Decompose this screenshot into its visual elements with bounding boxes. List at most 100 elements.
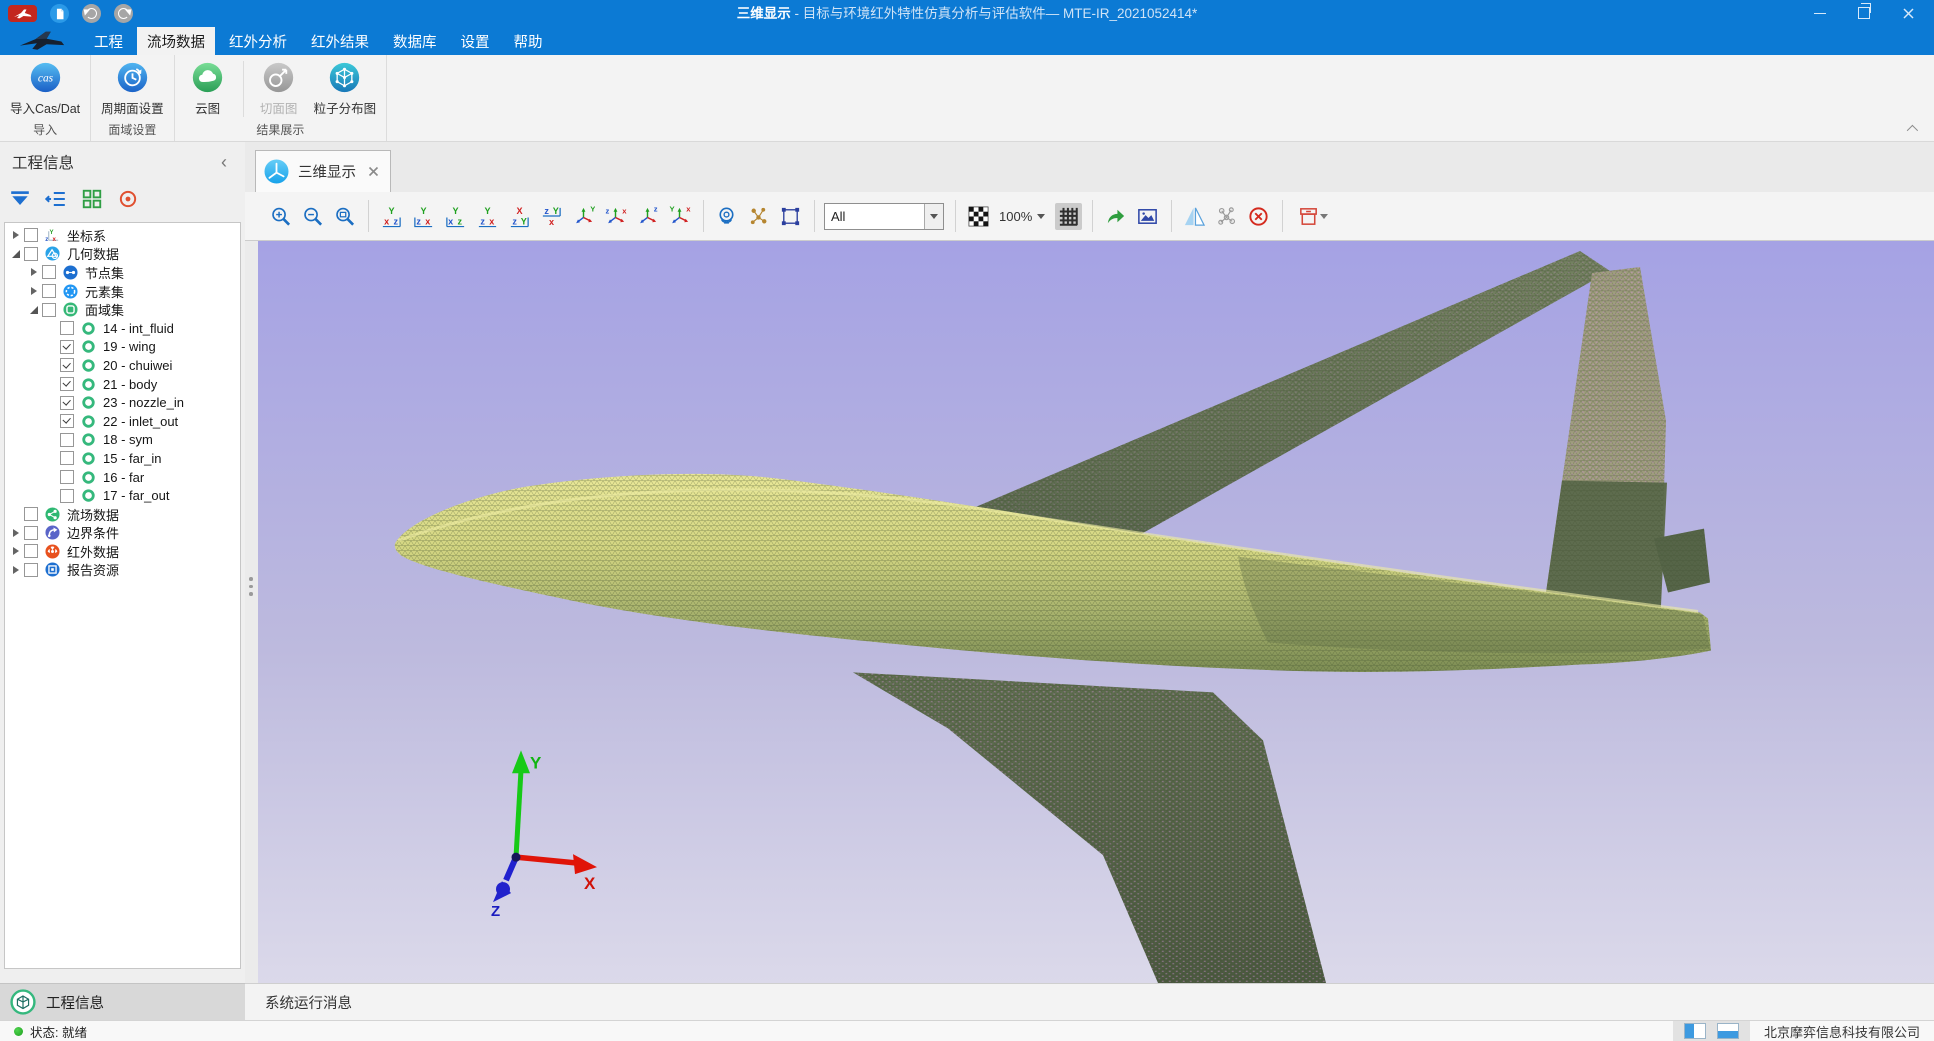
locate-icon[interactable]	[117, 188, 139, 210]
tree-checkbox[interactable]	[24, 563, 38, 577]
tree-checkbox[interactable]	[60, 377, 74, 391]
ribbon-button-period[interactable]: 周期面设置	[101, 57, 164, 117]
toolbar-view-left-button[interactable]: Yxz	[442, 203, 469, 230]
menu-item-5[interactable]: 数据库	[383, 27, 447, 55]
menu-item-1[interactable]: 工程	[84, 27, 133, 55]
toolbar-view-iso-2-button[interactable]: xz	[602, 203, 629, 230]
toolbar-delete-button[interactable]	[1245, 203, 1272, 230]
tree-checkbox[interactable]	[24, 507, 38, 521]
tree-row[interactable]: 红外数据	[5, 542, 240, 561]
toolbar-view-iso-3-button[interactable]: z	[634, 203, 661, 230]
menu-item-6[interactable]: 设置	[451, 27, 500, 55]
tree-row[interactable]: 19 - wing	[5, 338, 240, 357]
toolbar-camera-button[interactable]	[713, 203, 740, 230]
zoom-level-select[interactable]: 100%	[999, 209, 1045, 224]
tree-expander[interactable]	[27, 301, 40, 319]
tree-checkbox[interactable]	[42, 284, 56, 298]
tree-row[interactable]: 几何数据	[5, 245, 240, 264]
tree-checkbox[interactable]	[60, 414, 74, 428]
toolbar-view-iso-1-button[interactable]: Y	[570, 203, 597, 230]
tab-close-icon[interactable]	[368, 166, 379, 177]
tree-checkbox[interactable]	[60, 451, 74, 465]
tree-checkbox[interactable]	[60, 470, 74, 484]
ribbon-button-cloud[interactable]: 云图	[185, 57, 231, 117]
new-document-button[interactable]	[50, 4, 69, 23]
combo-dropdown-button[interactable]	[924, 204, 943, 229]
tree-row[interactable]: 23 - nozzle_in	[5, 393, 240, 412]
toolbar-zoom-window-button[interactable]	[331, 203, 358, 230]
toolbar-view-iso-4-button[interactable]: Yx	[666, 203, 693, 230]
tree-row[interactable]: 面域集	[5, 300, 240, 319]
tree-row[interactable]: 元素集	[5, 282, 240, 301]
app-button[interactable]	[8, 5, 37, 22]
grid-icon[interactable]	[81, 188, 103, 210]
tree-checkbox[interactable]	[24, 526, 38, 540]
menu-item-4[interactable]: 红外结果	[301, 27, 379, 55]
tab-3d-view[interactable]: 三维显示	[255, 150, 391, 192]
tree-row[interactable]: Yzx坐标系	[5, 226, 240, 245]
tree-expander[interactable]	[9, 561, 22, 579]
tree-row[interactable]: 14 - int_fluid	[5, 319, 240, 338]
display-filter-combo[interactable]: All	[824, 203, 944, 230]
toolbar-snapshot-button[interactable]	[1134, 203, 1161, 230]
toolbar-select-box-button[interactable]	[777, 203, 804, 230]
tree-row[interactable]: 16 - far	[5, 468, 240, 487]
tree-row[interactable]: 21 - body	[5, 375, 240, 394]
toolbar-view-top-button[interactable]: XzY	[506, 203, 533, 230]
tree-row[interactable]: 17 - far_out	[5, 486, 240, 505]
viewport-3d[interactable]: Y X Z	[258, 241, 1934, 983]
tree-checkbox[interactable]	[24, 228, 38, 242]
tree-row[interactable]: 报告资源	[5, 561, 240, 580]
tree-row[interactable]: 20 - chuiwei	[5, 356, 240, 375]
toolbar-view-bottom-button[interactable]: zYx	[538, 203, 565, 230]
undo-button[interactable]	[82, 4, 101, 23]
menu-item-2[interactable]: 流场数据	[137, 27, 215, 55]
panel-bottom-tab[interactable]: 工程信息	[0, 983, 245, 1020]
tree-row[interactable]: 流场数据	[5, 505, 240, 524]
tree-checkbox[interactable]	[24, 544, 38, 558]
toolbar-zoom-out-button[interactable]	[299, 203, 326, 230]
layout-toggle-split-icon[interactable]	[1684, 1023, 1706, 1039]
redo-button[interactable]	[114, 4, 133, 23]
toolbar-checkerboard-button[interactable]	[965, 203, 992, 230]
ribbon-collapse-button[interactable]	[1904, 124, 1918, 134]
minimize-button[interactable]	[1798, 0, 1842, 26]
tree-checkbox[interactable]	[42, 265, 56, 279]
tree-expander[interactable]	[9, 542, 22, 560]
toolbar-view-front-button[interactable]: Yxz	[378, 203, 405, 230]
tree-row[interactable]: 节点集	[5, 263, 240, 282]
tree-checkbox[interactable]	[60, 433, 74, 447]
tree-row[interactable]: 15 - far_in	[5, 449, 240, 468]
tree-checkbox[interactable]	[42, 303, 56, 317]
tree-checkbox[interactable]	[60, 358, 74, 372]
close-button[interactable]	[1886, 0, 1930, 26]
toolbar-explode-button[interactable]	[745, 203, 772, 230]
toolbar-mirror-button[interactable]	[1181, 203, 1208, 230]
tree-checkbox[interactable]	[60, 396, 74, 410]
toolbar-view-back-button[interactable]: Yzx	[410, 203, 437, 230]
toolbar-zoom-in-button[interactable]	[267, 203, 294, 230]
menu-item-3[interactable]: 红外分析	[219, 27, 297, 55]
tree-checkbox[interactable]	[60, 489, 74, 503]
tree-expander[interactable]	[9, 524, 22, 542]
tree-expander[interactable]	[27, 282, 40, 300]
tree-row[interactable]: 22 - inlet_out	[5, 412, 240, 431]
toolbar-archive-button[interactable]	[1292, 203, 1332, 230]
tree-checkbox[interactable]	[60, 340, 74, 354]
tree-expander[interactable]	[9, 245, 22, 263]
toolbar-pixel-grid-button[interactable]	[1055, 203, 1082, 230]
tree-expander[interactable]	[9, 226, 22, 244]
layout-toggle-bottom-icon[interactable]	[1717, 1023, 1739, 1039]
tree-checkbox[interactable]	[24, 247, 38, 261]
toolbar-explode-outline-button[interactable]	[1213, 203, 1240, 230]
ribbon-button-cas[interactable]: cas导入Cas/Dat	[10, 57, 80, 117]
toolbar-view-right-button[interactable]: Yzx	[474, 203, 501, 230]
tree-checkbox[interactable]	[60, 321, 74, 335]
filter-icon[interactable]	[9, 188, 31, 210]
restore-button[interactable]	[1842, 0, 1886, 26]
ribbon-button-particle[interactable]: 粒子分布图	[314, 57, 377, 117]
collapse-list-icon[interactable]	[45, 188, 67, 210]
panel-splitter[interactable]	[245, 241, 258, 983]
tree-row[interactable]: 18 - sym	[5, 431, 240, 450]
toolbar-share-arrow-button[interactable]	[1102, 203, 1129, 230]
